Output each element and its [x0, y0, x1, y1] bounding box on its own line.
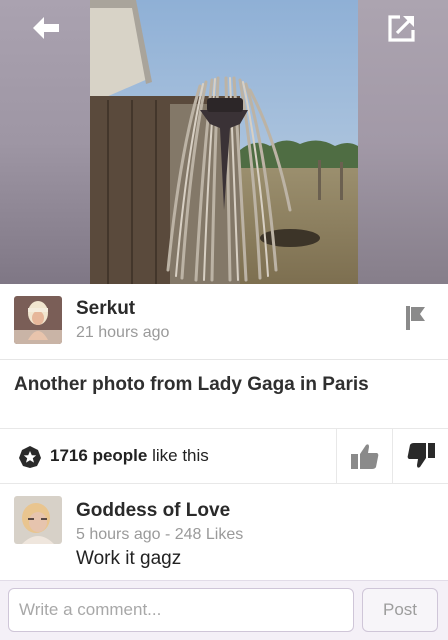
likes-count: 1716	[50, 446, 88, 465]
comment-input[interactable]	[8, 588, 354, 632]
post-button[interactable]: Post	[362, 588, 438, 632]
thumbs-down-icon	[407, 443, 435, 468]
likes-suffix: like this	[152, 446, 209, 465]
back-button[interactable]	[26, 10, 66, 46]
star-badge-icon	[19, 446, 41, 468]
report-button[interactable]	[404, 304, 428, 332]
post-photo-area[interactable]	[0, 0, 448, 284]
likes-bar: 1716 people like this	[0, 428, 448, 484]
share-button[interactable]	[382, 10, 422, 46]
post-caption: Another photo from Lady Gaga in Paris	[14, 374, 369, 395]
like-button[interactable]	[336, 429, 392, 483]
flag-icon	[406, 306, 425, 330]
comment-meta: 5 hours ago - 248 Likes	[76, 526, 244, 543]
comment-item: Goddess of Love 5 hours ago - 248 Likes …	[0, 484, 448, 580]
post-time: 21 hours ago	[76, 324, 170, 341]
arrow-left-icon	[33, 17, 59, 39]
share-external-icon	[388, 15, 415, 42]
comment-author[interactable]: Goddess of Love	[76, 500, 230, 522]
likes-people: people	[92, 446, 148, 465]
post-photo[interactable]	[90, 0, 358, 284]
likes-text: 1716 people like this	[50, 446, 209, 466]
avatar[interactable]	[14, 296, 62, 344]
comment-composer: Post	[0, 580, 448, 640]
dislike-button[interactable]	[392, 429, 448, 483]
post-author-row: Serkut 21 hours ago	[0, 284, 448, 360]
avatar[interactable]	[14, 496, 62, 544]
author-name[interactable]: Serkut	[76, 298, 135, 320]
thumbs-up-icon	[350, 444, 378, 469]
comment-text: Work it gagz	[76, 548, 182, 569]
